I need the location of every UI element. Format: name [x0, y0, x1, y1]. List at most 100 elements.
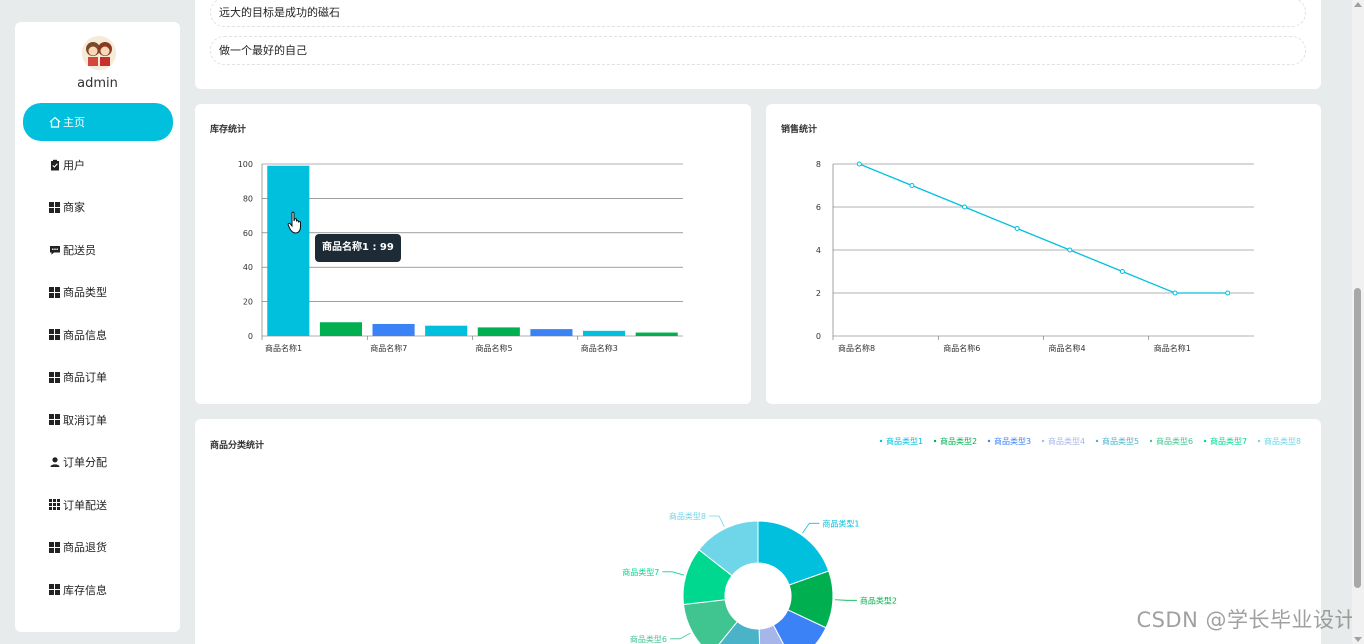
x-tick-label: 商品名称3	[581, 343, 618, 353]
data-point	[856, 161, 862, 167]
sidebar-item-order-delivery[interactable]: 订单配送	[23, 486, 173, 524]
avatar-image	[82, 36, 116, 70]
sales-chart-panel: 销售统计 0 2 4 6 8 商品名称8 商品名称6 商品名称4 商品名称1	[766, 104, 1321, 404]
grid-icon	[49, 584, 60, 595]
sidebar-item-couriers[interactable]: 配送员	[23, 231, 173, 269]
bar	[477, 327, 520, 336]
y-tick-label: 80	[243, 194, 253, 203]
legend-item: 商品类型8	[1264, 436, 1301, 446]
bar	[372, 323, 415, 336]
slice-label: 商品类型8	[669, 511, 706, 521]
sidebar-item-label: 主页	[63, 116, 85, 129]
sidebar-item-label: 配送员	[63, 243, 96, 257]
legend-marker	[1149, 439, 1153, 443]
hand-cursor-icon	[287, 211, 305, 239]
legend-marker	[1041, 439, 1045, 443]
legend-marker	[1095, 439, 1099, 443]
y-tick-label: 2	[816, 289, 821, 298]
bar	[319, 322, 362, 336]
label-leader-line	[802, 522, 820, 534]
x-tick-label: 商品名称1	[265, 343, 302, 353]
sidebar-item-label: 商家	[63, 201, 85, 214]
y-tick-label: 0	[816, 332, 821, 341]
y-tick-label: 100	[238, 160, 253, 169]
y-tick-label: 0	[248, 332, 253, 341]
sidebar-item-product-orders[interactable]: 商品订单	[23, 358, 173, 396]
x-tick-label: 商品名称6	[943, 343, 980, 353]
data-point	[1119, 269, 1125, 274]
scroll-down-icon[interactable]	[1354, 637, 1362, 642]
data-point	[1172, 290, 1178, 296]
grid-icon	[49, 329, 60, 340]
bar	[425, 325, 468, 336]
x-tick-label: 商品名称7	[370, 343, 407, 353]
data-point	[1225, 290, 1231, 296]
inventory-chart-panel: 库存统计 0 20 40 60 80 100 商品名称1 商品名称7 商品名称5 商品名称3 商品…	[195, 104, 751, 404]
scroll-thumb[interactable]	[1354, 288, 1361, 588]
sidebar-item-label: 商品类型	[63, 286, 107, 299]
y-tick-label: 4	[816, 246, 821, 255]
sidebar-item-merchants[interactable]: 商家	[23, 188, 173, 226]
data-point	[1067, 247, 1073, 253]
avatar[interactable]	[82, 36, 116, 70]
x-tick-label: 商品名称8	[838, 343, 875, 353]
username: admin	[77, 76, 118, 91]
x-tick-label: 商品名称4	[1049, 343, 1086, 353]
grid-icon	[49, 414, 60, 425]
label-leader-line	[662, 571, 685, 576]
sidebar-item-returns[interactable]: 商品退货	[23, 528, 173, 566]
sidebar-item-label: 订单分配	[63, 456, 107, 469]
sidebar-item-label: 商品退货	[63, 541, 107, 554]
sidebar-item-product-info[interactable]: 商品信息	[23, 316, 173, 354]
inventory-bar-chart: 0 20 40 60 80 100 商品名称1 商品名称7 商品名称5 商品名称3	[238, 160, 683, 353]
legend-marker	[987, 439, 991, 443]
page-scrollbar[interactable]	[1352, 0, 1364, 644]
scroll-up-icon[interactable]	[1354, 2, 1362, 7]
legend-item: 商品类型7	[1210, 436, 1247, 446]
y-tick-label: 40	[243, 263, 253, 272]
grid-icon	[49, 286, 60, 298]
legend-item: 商品类型4	[1048, 436, 1085, 446]
bar	[635, 332, 678, 336]
sidebar-item-label: 商品订单	[63, 371, 107, 384]
bar	[267, 165, 310, 336]
sidebar-item-cancelled-orders[interactable]: 取消订单	[23, 401, 173, 439]
series-line	[859, 163, 1228, 294]
sidebar-item-order-assignment[interactable]: 订单分配	[23, 443, 173, 481]
y-tick-label: 8	[816, 160, 821, 169]
sidebar-item-label: 库存信息	[63, 583, 107, 597]
bar	[530, 329, 573, 336]
slice-label: 商品类型1	[822, 518, 859, 528]
grid-icon	[49, 541, 60, 553]
grid9-icon	[49, 499, 60, 510]
clipboard-icon	[49, 159, 61, 171]
x-tick-label: 商品名称5	[476, 343, 513, 353]
label-leader-line	[709, 515, 725, 527]
slice-label: 商品类型2	[860, 595, 897, 605]
chart-tooltip: 商品名称1 : 99	[315, 234, 401, 262]
sidebar-item-users[interactable]: 用户	[23, 146, 173, 184]
y-tick-label: 20	[243, 298, 253, 307]
legend-item: 商品类型2	[940, 436, 977, 446]
sidebar-item-product-types[interactable]: 商品类型	[23, 273, 173, 311]
sidebar-item-home[interactable]: 主页	[23, 103, 173, 141]
legend-item: 商品类型5	[1102, 436, 1139, 446]
motto-item: 做一个最好的自己	[210, 36, 1306, 65]
sales-line-chart: 0 2 4 6 8 商品名称8 商品名称6 商品名称4 商品名称1	[816, 160, 1254, 353]
label-leader-line	[669, 632, 691, 640]
chat-icon	[49, 244, 61, 256]
person-icon	[49, 456, 61, 468]
slice-label: 商品类型6	[630, 634, 667, 644]
x-tick-label: 商品名称1	[1154, 343, 1191, 353]
y-tick-label: 60	[243, 229, 253, 238]
motto-item: 远大的目标是成功的磁石	[210, 0, 1306, 27]
sidebar-item-label: 订单配送	[63, 498, 107, 512]
sidebar-nav: 主页 用户 商家 配送员 商品类型 商品信息 商品订单 取消订单 订单分配 订单…	[23, 103, 173, 613]
sidebar-item-label: 用户	[63, 158, 85, 172]
legend-marker	[1257, 439, 1261, 443]
grid-icon	[49, 201, 60, 213]
data-point	[962, 204, 968, 210]
grid-icon	[49, 371, 60, 383]
sidebar-item-inventory[interactable]: 库存信息	[23, 571, 173, 609]
home-icon	[49, 116, 61, 128]
